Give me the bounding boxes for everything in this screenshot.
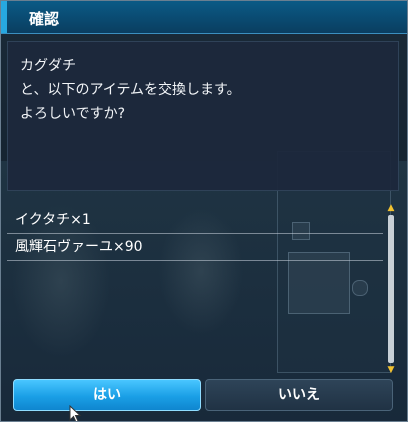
scroll-down-arrow-icon[interactable]: ▼ — [385, 365, 397, 375]
no-button[interactable]: いいえ — [205, 379, 393, 411]
confirm-dialog: 確認 カグダチ と、以下のアイテムを交換します。 よろしいですか? イクタチ×1… — [0, 0, 408, 422]
yes-button[interactable]: はい — [13, 379, 201, 411]
list-item: 風輝石ヴァーユ×90 — [7, 234, 383, 261]
exchange-item-list: イクタチ×1 風輝石ヴァーユ×90 — [7, 207, 383, 367]
message-box: カグダチ と、以下のアイテムを交換します。 よろしいですか? — [7, 41, 399, 191]
message-line: よろしいですか? — [20, 106, 126, 122]
dialog-title: 確認 — [29, 10, 60, 28]
title-bar: 確認 — [1, 1, 407, 34]
mouse-pointer-icon — [69, 405, 82, 421]
list-scrollbar[interactable]: ▲ ▼ — [385, 203, 397, 375]
scroll-thumb[interactable] — [388, 215, 394, 363]
message-line: と、以下のアイテムを交換します。 — [20, 82, 241, 98]
message-line: カグダチ — [20, 58, 76, 74]
scroll-up-arrow-icon[interactable]: ▲ — [385, 203, 397, 213]
list-item: イクタチ×1 — [7, 207, 383, 234]
scroll-track[interactable] — [388, 215, 394, 363]
